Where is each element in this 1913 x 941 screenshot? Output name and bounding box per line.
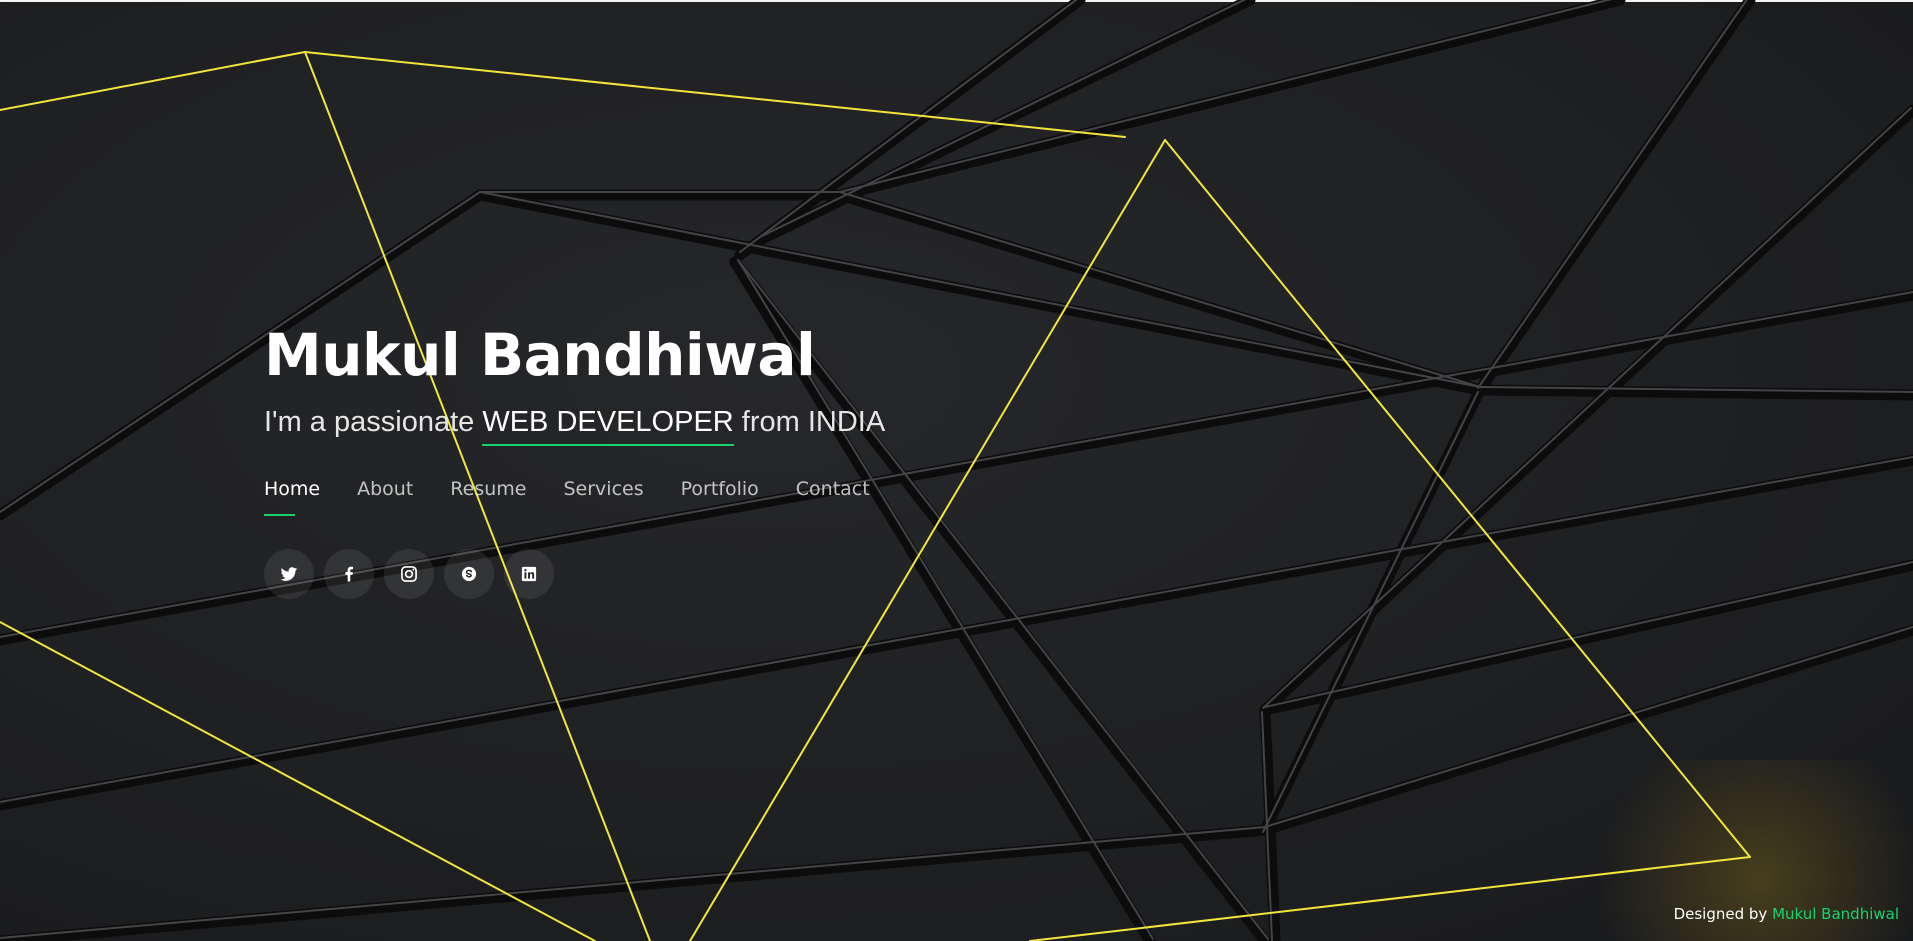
tagline-prefix: I'm a passionate [264,406,483,438]
tagline-suffix: from INDIA [733,406,886,438]
facebook-link[interactable] [324,549,374,599]
tagline-highlight: WEB DEVELOPER [482,404,734,446]
nav-item-contact[interactable]: Contact [796,476,870,516]
hero-tagline: I'm a passionate WEB DEVELOPER from INDI… [264,404,1164,446]
linkedin-link[interactable] [504,549,554,599]
hero-name: Mukul Bandhiwal [264,321,816,389]
footer-credits: Designed by Mukul Bandhiwal [1674,905,1899,923]
instagram-link[interactable] [384,549,434,599]
twitter-icon [280,567,298,581]
hero-page: Mukul Bandhiwal I'm a passionate WEB DEV… [0,0,1913,941]
nav-item-services[interactable]: Services [563,476,643,516]
skype-link[interactable] [444,549,494,599]
nav-item-about[interactable]: About [357,476,413,516]
social-links [264,549,1164,599]
nav-item-resume[interactable]: Resume [450,476,526,516]
facebook-icon [345,566,353,582]
instagram-icon [401,566,417,582]
hero-content: Mukul Bandhiwal I'm a passionate WEB DEV… [264,318,1164,599]
credit-prefix: Designed by [1673,905,1773,923]
nav-item-portfolio[interactable]: Portfolio [681,476,759,516]
skype-icon [461,566,477,582]
twitter-link[interactable] [264,549,314,599]
credit-author-link[interactable]: Mukul Bandhiwal [1772,905,1899,923]
linkedin-icon [521,566,537,582]
main-nav: Home About Resume Services Portfolio Con… [264,476,1164,516]
nav-item-home[interactable]: Home [264,476,320,516]
